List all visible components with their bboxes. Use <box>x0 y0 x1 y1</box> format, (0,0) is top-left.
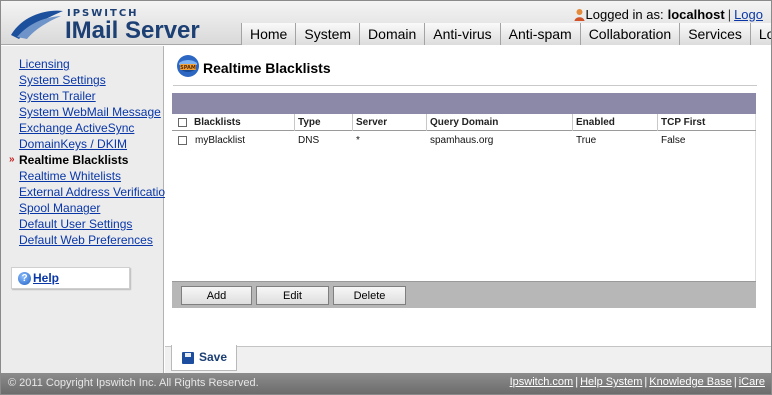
select-all-checkbox[interactable] <box>178 118 187 127</box>
save-bar: Save <box>165 345 771 373</box>
column-header-enabled[interactable]: Enabled <box>572 114 657 131</box>
header: IPSWITCH IMail Server Logged in as: loca… <box>1 1 771 45</box>
footer-separator: | <box>575 376 579 388</box>
nav-logging[interactable]: Loggin <box>749 23 771 45</box>
cell-query-domain: spamhaus.org <box>430 135 494 146</box>
cell-tcp-first: False <box>661 135 686 146</box>
app-window: IPSWITCH IMail Server Logged in as: loca… <box>0 0 772 395</box>
sidebar-item-realtime-blacklists[interactable]: Realtime Blacklists <box>19 153 128 167</box>
edit-button[interactable]: Edit <box>256 286 329 305</box>
login-separator: | <box>727 7 732 22</box>
copyright-text: © 2011 Copyright Ipswitch Inc. All Right… <box>8 377 259 389</box>
brand-name: IMail Server <box>65 17 200 44</box>
nav-anti-virus[interactable]: Anti-virus <box>424 23 500 45</box>
footer-separator: | <box>644 376 648 388</box>
sidebar-item-realtime-whitelists[interactable]: Realtime Whitelists <box>19 169 121 183</box>
footer: © 2011 Copyright Ipswitch Inc. All Right… <box>1 373 771 394</box>
table-header: Blacklists Type Server Query Domain Enab… <box>172 114 756 131</box>
cell-server: * <box>356 135 360 146</box>
title-divider <box>173 85 757 86</box>
sidebar-item-exchange-activesync[interactable]: Exchange ActiveSync <box>19 121 134 135</box>
cell-enabled: True <box>576 135 597 146</box>
login-user: localhost <box>667 7 725 22</box>
sidebar-item-system-settings[interactable]: System Settings <box>19 73 106 87</box>
sidebar-item-system-webmail-message[interactable]: System WebMail Message <box>19 105 161 119</box>
sidebar: Licensing System Settings System Trailer… <box>1 46 172 373</box>
nav-system[interactable]: System <box>295 23 360 45</box>
login-prefix: Logged in as: <box>585 7 664 22</box>
save-button[interactable]: Save <box>171 345 237 371</box>
column-header-type[interactable]: Type <box>294 114 352 131</box>
sidebar-item-default-user-settings[interactable]: Default User Settings <box>19 217 132 231</box>
column-header-server[interactable]: Server <box>352 114 426 131</box>
table-row[interactable]: myBlacklist DNS * spamhaus.org True Fals… <box>172 132 756 149</box>
nav-domain[interactable]: Domain <box>359 23 425 45</box>
active-item-marker-icon: » <box>9 154 15 165</box>
footer-link-icare[interactable]: iCare <box>739 376 765 388</box>
cell-blacklist-name[interactable]: myBlacklist <box>192 132 245 149</box>
logo: IPSWITCH IMail Server <box>9 5 219 45</box>
help-box[interactable]: ? Help <box>11 267 130 289</box>
nav-anti-spam[interactable]: Anti-spam <box>499 23 580 45</box>
floppy-disk-icon <box>182 352 194 364</box>
save-label: Save <box>199 350 228 364</box>
sidebar-item-system-trailer[interactable]: System Trailer <box>19 89 96 103</box>
footer-link-help-system[interactable]: Help System <box>580 376 642 388</box>
delete-button[interactable]: Delete <box>333 286 406 305</box>
row-checkbox[interactable] <box>178 136 187 145</box>
sidebar-item-licensing[interactable]: Licensing <box>19 57 70 71</box>
logout-link[interactable]: Logo <box>734 7 763 22</box>
column-header-tcp-first[interactable]: TCP First <box>657 114 756 131</box>
footer-separator: | <box>733 376 737 388</box>
sidebar-item-spool-manager[interactable]: Spool Manager <box>19 201 100 215</box>
column-header-query-domain[interactable]: Query Domain <box>426 114 572 131</box>
login-bar: Logged in as: localhost | Logo <box>574 7 763 22</box>
footer-link-knowledge-base[interactable]: Knowledge Base <box>649 376 732 388</box>
sidebar-item-external-address-verification[interactable]: External Address Verification <box>19 185 172 199</box>
nav-collaboration[interactable]: Collaboration <box>579 23 680 45</box>
svg-text:SPAM: SPAM <box>180 65 196 71</box>
cell-type: DNS <box>298 135 320 146</box>
table-action-bar: Add Edit Delete <box>172 281 756 308</box>
nav-home[interactable]: Home <box>241 23 296 45</box>
sidebar-item-domainkeys[interactable]: DomainKeys / DKIM <box>19 137 127 151</box>
nav-services[interactable]: Services <box>679 23 750 45</box>
footer-link-ipswitch[interactable]: Ipswitch.com <box>510 376 574 388</box>
sidebar-item-default-web-preferences[interactable]: Default Web Preferences <box>19 233 153 247</box>
blacklist-table: Blacklists Type Server Query Domain Enab… <box>172 93 756 306</box>
table-header-band <box>172 93 756 114</box>
spam-icon: SPAM <box>177 55 199 77</box>
main-content: SPAM Realtime Blacklists Blacklists Type… <box>165 46 771 373</box>
page-title: Realtime Blacklists <box>203 60 331 76</box>
top-nav: Home System Domain Anti-virus Anti-spam … <box>241 23 771 45</box>
help-icon: ? <box>18 272 31 285</box>
help-link[interactable]: Help <box>33 271 59 285</box>
user-icon <box>574 9 585 21</box>
column-header-blacklists[interactable]: Blacklists <box>191 114 293 131</box>
footer-links: Ipswitch.com | Help System | Knowledge Base |… <box>510 376 765 388</box>
add-button[interactable]: Add <box>181 286 252 305</box>
ipswitch-swoosh-icon <box>11 10 63 39</box>
